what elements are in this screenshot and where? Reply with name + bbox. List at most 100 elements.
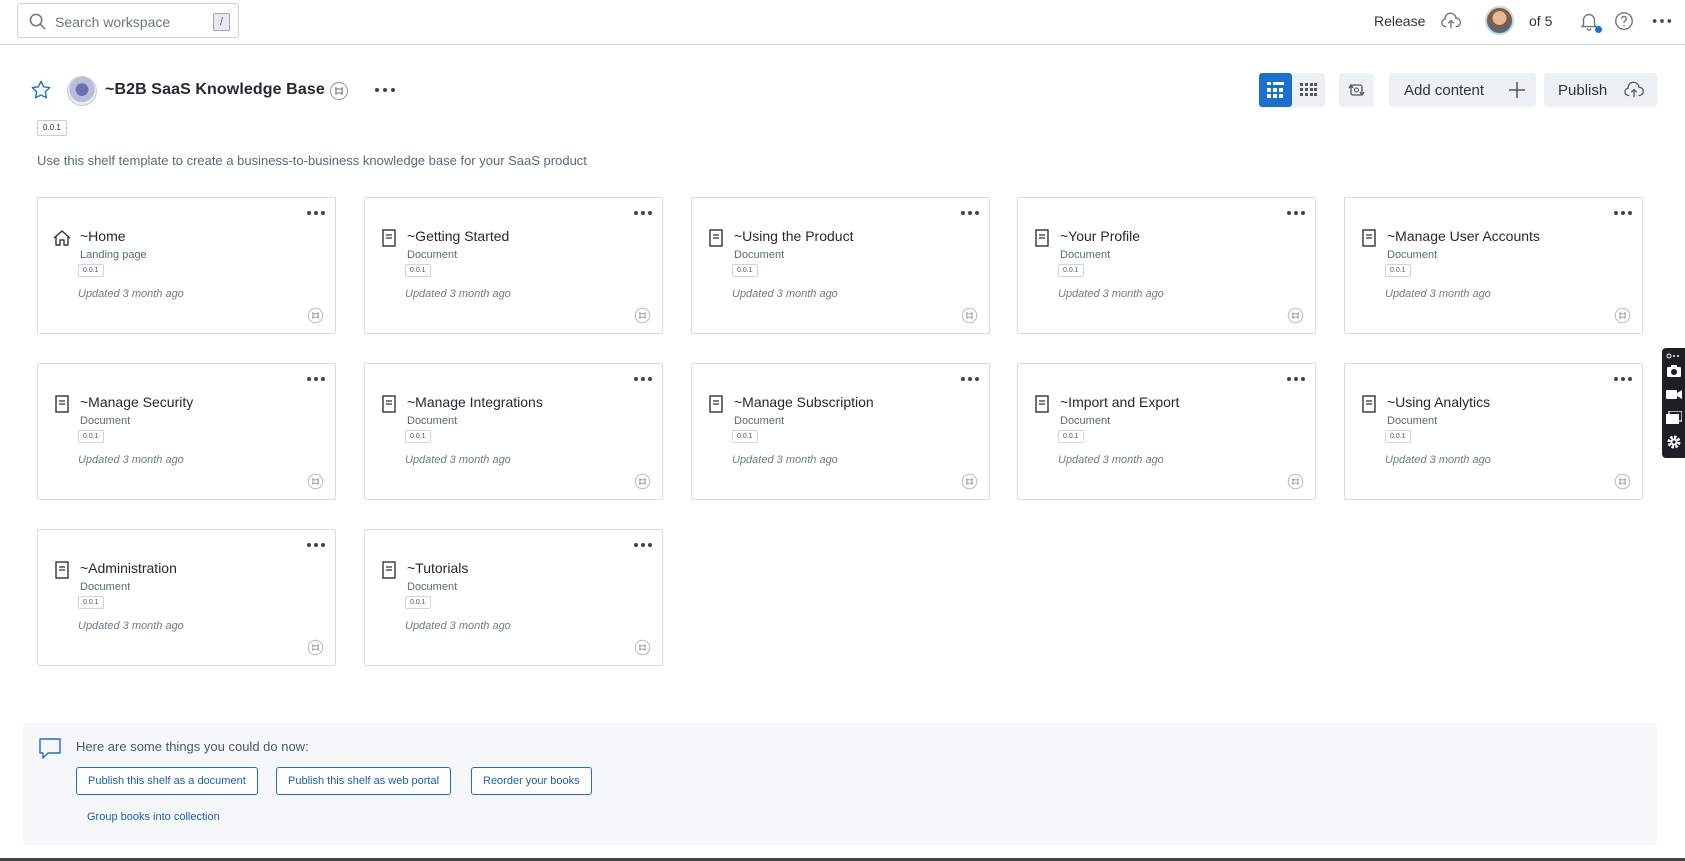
publish-button[interactable]: Publish [1544, 73, 1657, 107]
add-content-label: Add content [1404, 82, 1485, 99]
card-more-icon[interactable] [1613, 208, 1633, 218]
card-more-icon[interactable] [1286, 208, 1306, 218]
sync-button[interactable] [1339, 73, 1374, 107]
group-books-link[interactable]: Group books into collection [87, 811, 220, 823]
document-icon [55, 561, 69, 579]
cloud-upload-icon[interactable] [1440, 10, 1462, 32]
card-type: Document [80, 581, 131, 593]
release-label[interactable]: Release [1374, 13, 1425, 29]
version-badge: 0.0.1 [37, 120, 67, 136]
search-box[interactable]: Search workspace / [17, 3, 239, 38]
windows-icon[interactable] [1666, 411, 1682, 425]
settings-gear-icon[interactable] [1666, 434, 1682, 450]
card-title[interactable]: ~Getting Started [407, 228, 509, 244]
book-card[interactable]: ~Import and Export Document 0.0.1 Updated 3… [1017, 363, 1316, 500]
link-icon[interactable] [1666, 352, 1682, 360]
card-more-icon[interactable] [633, 374, 653, 384]
card-version-badge: 0.0.1 [1058, 430, 1084, 443]
card-type: Document [734, 415, 785, 427]
card-title[interactable]: ~Using Analytics [1387, 394, 1490, 410]
card-title[interactable]: ~Administration [80, 560, 177, 576]
card-more-icon[interactable] [306, 540, 326, 550]
card-version-badge: 0.0.1 [78, 430, 104, 443]
card-sync-icon[interactable] [634, 639, 651, 656]
suggestions-panel: Here are some things you could do now: P… [23, 723, 1657, 845]
card-title[interactable]: ~Manage Integrations [407, 394, 543, 410]
card-more-icon[interactable] [960, 208, 980, 218]
book-card[interactable]: ~Manage Integrations Document 0.0.1 Updated… [364, 363, 663, 500]
search-icon [29, 13, 46, 30]
grid-view-button[interactable] [1292, 73, 1325, 107]
book-card[interactable]: ~Administration Document 0.0.1 Updated 3 mo… [37, 529, 336, 666]
card-more-icon[interactable] [306, 374, 326, 384]
shelf-more-icon[interactable] [373, 79, 397, 101]
book-card[interactable]: ~Your Profile Document 0.0.1 Updated 3 mont… [1017, 197, 1316, 334]
card-more-icon[interactable] [306, 208, 326, 218]
card-more-icon[interactable] [960, 374, 980, 384]
search-input[interactable]: Search workspace [55, 14, 170, 30]
card-version-badge: 0.0.1 [78, 596, 104, 609]
document-icon [1362, 229, 1376, 247]
user-avatar[interactable] [1485, 6, 1514, 35]
card-updated-text: Updated 3 month ago [1058, 288, 1164, 300]
document-icon [382, 395, 396, 413]
document-icon [1362, 395, 1376, 413]
book-card[interactable]: ~Manage Security Document 0.0.1 Updated 3 m… [37, 363, 336, 500]
book-card[interactable]: ~Manage Subscription Document 0.0.1 Updated… [691, 363, 990, 500]
card-sync-icon[interactable] [1614, 473, 1631, 490]
recorder-widget[interactable] [1662, 348, 1685, 458]
card-version-badge: 0.0.1 [405, 264, 431, 277]
camera-icon[interactable] [1666, 364, 1682, 378]
card-title[interactable]: ~Home [80, 228, 126, 244]
card-type: Document [1387, 249, 1438, 261]
card-sync-icon[interactable] [634, 473, 651, 490]
card-updated-text: Updated 3 month ago [1058, 454, 1164, 466]
plus-icon [1509, 82, 1525, 98]
card-more-icon[interactable] [633, 540, 653, 550]
card-sync-icon[interactable] [1287, 473, 1304, 490]
card-sync-icon[interactable] [1287, 307, 1304, 324]
more-options-icon[interactable] [1651, 10, 1673, 32]
book-card[interactable]: ~Using the Product Document 0.0.1 Updated 3… [691, 197, 990, 334]
card-title[interactable]: ~Manage User Accounts [1387, 228, 1540, 244]
reorder-books-button[interactable]: Reorder your books [471, 767, 592, 795]
card-sync-icon[interactable] [307, 307, 324, 324]
card-version-badge: 0.0.1 [78, 264, 104, 277]
book-card[interactable]: ~Home Landing page 0.0.1 Updated 3 month ag… [37, 197, 336, 334]
card-title[interactable]: ~Using the Product [734, 228, 853, 244]
sync-icon [1348, 83, 1365, 97]
notification-dot [1595, 26, 1602, 33]
card-sync-icon[interactable] [634, 307, 651, 324]
help-icon[interactable] [1613, 10, 1635, 32]
card-more-icon[interactable] [1286, 374, 1306, 384]
card-sync-icon[interactable] [961, 307, 978, 324]
home-icon [53, 230, 71, 246]
sync-status-icon[interactable] [329, 81, 349, 101]
card-title[interactable]: ~Your Profile [1060, 228, 1140, 244]
card-type: Document [407, 581, 458, 593]
video-icon[interactable] [1666, 387, 1682, 401]
publish-as-document-button[interactable]: Publish this shelf as a document [76, 767, 258, 795]
card-updated-text: Updated 3 month ago [405, 620, 511, 632]
book-card[interactable]: ~Using Analytics Document 0.0.1 Updated 3 m… [1344, 363, 1643, 500]
add-content-button[interactable]: Add content [1389, 73, 1536, 107]
card-title[interactable]: ~Manage Subscription [734, 394, 874, 410]
publish-as-web-portal-button[interactable]: Publish this shelf as web portal [276, 767, 452, 795]
card-title[interactable]: ~Manage Security [80, 394, 193, 410]
card-more-icon[interactable] [633, 208, 653, 218]
list-view-button[interactable] [1259, 73, 1292, 107]
book-card[interactable]: ~Getting Started Document 0.0.1 Updated 3 m… [364, 197, 663, 334]
star-icon[interactable] [30, 79, 52, 101]
document-icon [1035, 395, 1049, 413]
card-sync-icon[interactable] [961, 473, 978, 490]
card-updated-text: Updated 3 month ago [405, 288, 511, 300]
card-sync-icon[interactable] [1614, 307, 1631, 324]
card-sync-icon[interactable] [307, 639, 324, 656]
book-card[interactable]: ~Manage User Accounts Document 0.0.1 Update… [1344, 197, 1643, 334]
book-card[interactable]: ~Tutorials Document 0.0.1 Updated 3 month a… [364, 529, 663, 666]
card-title[interactable]: ~Tutorials [407, 560, 468, 576]
card-title[interactable]: ~Import and Export [1060, 394, 1179, 410]
card-sync-icon[interactable] [307, 473, 324, 490]
card-type: Document [407, 415, 458, 427]
card-more-icon[interactable] [1613, 374, 1633, 384]
